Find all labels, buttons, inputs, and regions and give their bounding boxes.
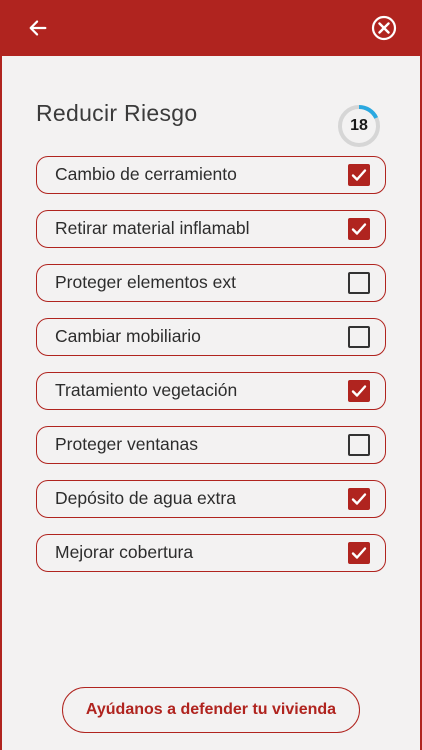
- checkmark-icon: [351, 547, 367, 559]
- option-list: Cambio de cerramiento Retirar material in…: [36, 156, 388, 588]
- arrow-left-icon: [29, 20, 47, 36]
- checkmark-icon: [351, 223, 367, 235]
- checkmark-icon: [351, 169, 367, 181]
- counter-value: 18: [350, 117, 368, 134]
- option-item[interactable]: Mejorar cobertura: [36, 534, 386, 572]
- option-label: Proteger ventanas: [55, 434, 199, 454]
- option-item[interactable]: Depósito de agua extra: [36, 480, 386, 518]
- option-label: Proteger elementos ext: [55, 272, 236, 292]
- checkbox-unchecked[interactable]: [348, 272, 370, 294]
- option-item[interactable]: Tratamiento vegetación: [36, 372, 386, 410]
- checkbox-checked[interactable]: [348, 488, 370, 510]
- option-label: Mejorar cobertura: [55, 542, 194, 562]
- checkbox-unchecked[interactable]: [348, 326, 370, 348]
- checkbox-checked[interactable]: [348, 164, 370, 186]
- checkbox-checked[interactable]: [348, 218, 370, 240]
- option-label: Retirar material inflamabl: [55, 218, 250, 238]
- top-bar: [0, 0, 422, 56]
- option-label: Cambiar mobiliario: [55, 326, 201, 346]
- close-circle-icon: [371, 15, 397, 41]
- option-item[interactable]: Retirar material inflamabl: [36, 210, 386, 248]
- risk-counter: 18: [336, 103, 382, 149]
- back-button[interactable]: [24, 14, 52, 42]
- option-item[interactable]: Cambio de cerramiento: [36, 156, 386, 194]
- help-defend-home-button[interactable]: Ayúdanos a defender tu vivienda: [62, 687, 360, 733]
- checkmark-icon: [351, 493, 367, 505]
- option-label: Tratamiento vegetación: [55, 380, 238, 400]
- checkbox-checked[interactable]: [348, 380, 370, 402]
- option-item[interactable]: Proteger elementos ext: [36, 264, 386, 302]
- close-button[interactable]: [370, 14, 398, 42]
- checkbox-unchecked[interactable]: [348, 434, 370, 456]
- main-panel: Reducir Riesgo 18 Cambio de cerramiento R…: [2, 56, 420, 750]
- option-label: Cambio de cerramiento: [55, 164, 237, 184]
- option-item[interactable]: Proteger ventanas: [36, 426, 386, 464]
- page-title: Reducir Riesgo: [36, 100, 198, 126]
- option-item[interactable]: Cambiar mobiliario: [36, 318, 386, 356]
- checkmark-icon: [351, 385, 367, 397]
- option-label: Depósito de agua extra: [55, 488, 236, 508]
- checkbox-checked[interactable]: [348, 542, 370, 564]
